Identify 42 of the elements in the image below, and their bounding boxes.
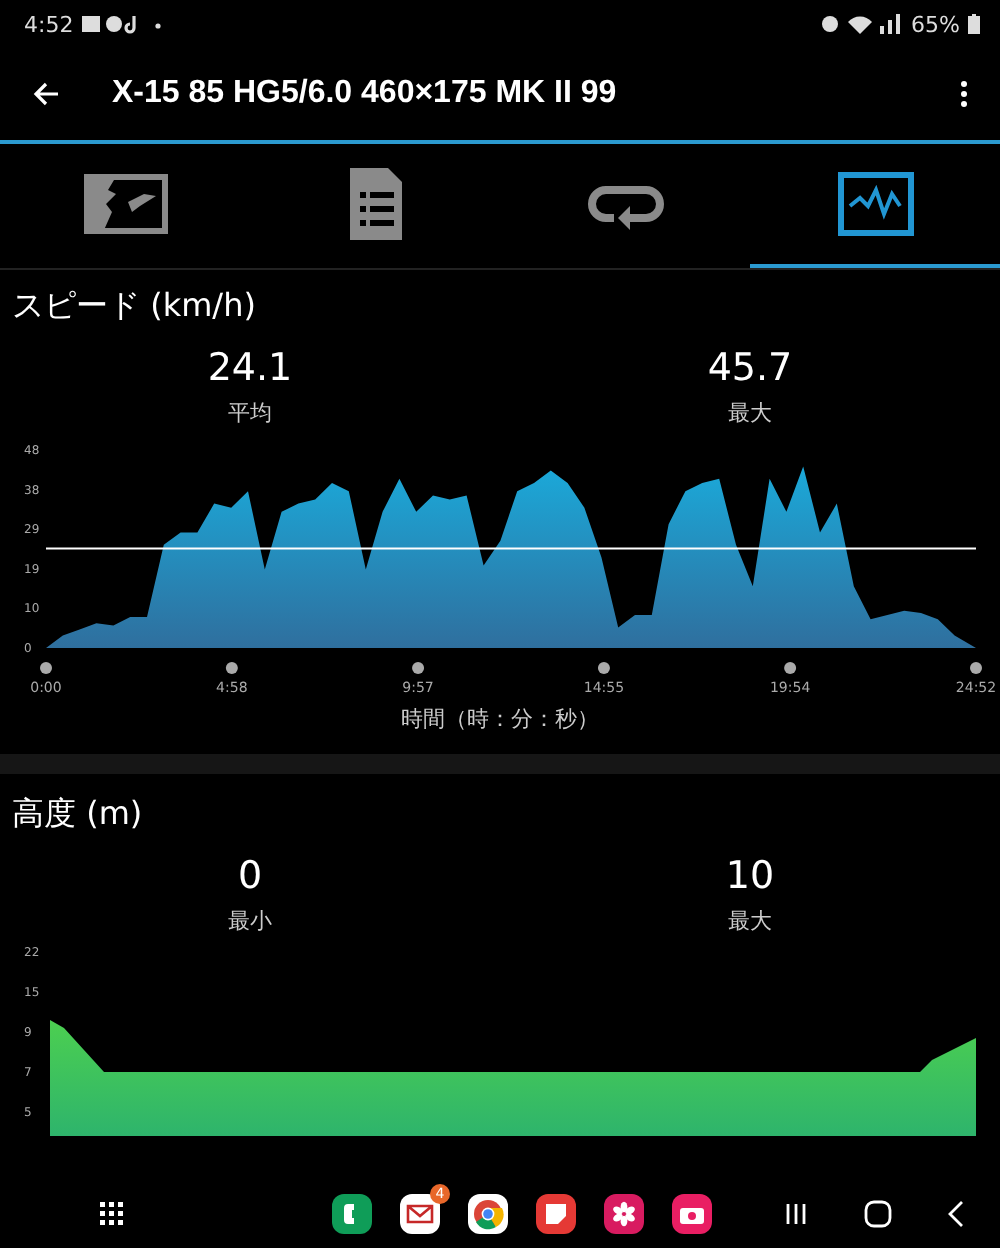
stat-value: 24.1 [207,344,293,394]
battery-percentage: 65% [911,11,960,37]
axis-title: 時間（時：分：秒） [399,704,601,736]
back-chevron-icon [948,1200,964,1228]
app-icon[interactable] [672,1194,712,1234]
stat-value: 0 [237,852,263,902]
app-icon[interactable] [604,1194,644,1234]
axis-tick-dot [784,662,797,674]
note-icon [544,1202,568,1226]
axis-tick-dot [225,662,238,674]
stat-label: 最大 [728,400,772,428]
more-icon [960,80,968,108]
section-title: スピード (km/h) [10,284,258,326]
section-title: 高度 (m) [10,792,145,834]
home-icon [864,1200,892,1228]
grid-icon [100,1202,124,1226]
axis-tick-dot [597,662,610,674]
axis-tick-dot [412,662,425,674]
document-list-icon [345,164,405,244]
app-icon[interactable] [332,1194,372,1234]
axis-tick-dot [970,662,982,674]
app-icon[interactable] [468,1194,508,1234]
stat-value: 10 [725,852,775,902]
stat-label: 最小 [228,908,272,936]
stat-label: 平均 [228,400,272,428]
stat-label: 最大 [728,908,772,936]
app-icon[interactable] [400,1194,440,1234]
clock: 4:52 [24,11,74,37]
axis-tick-dot [40,662,52,674]
graph-icon [837,172,913,236]
browser-icon [472,1198,504,1230]
battery-icon [968,14,980,34]
camera-icon [678,1203,706,1225]
envelope-icon [406,1204,434,1224]
system-status-icons [819,14,904,34]
recents-icon [784,1202,808,1226]
map-icon [83,174,167,234]
stat-value: 45.7 [707,344,793,394]
app-title: X-15 85 HG5/6.0 460×175 MK II 99 [112,76,619,112]
app-icon[interactable] [536,1194,576,1234]
flower-icon [610,1200,638,1228]
back-arrow-icon [32,82,60,106]
